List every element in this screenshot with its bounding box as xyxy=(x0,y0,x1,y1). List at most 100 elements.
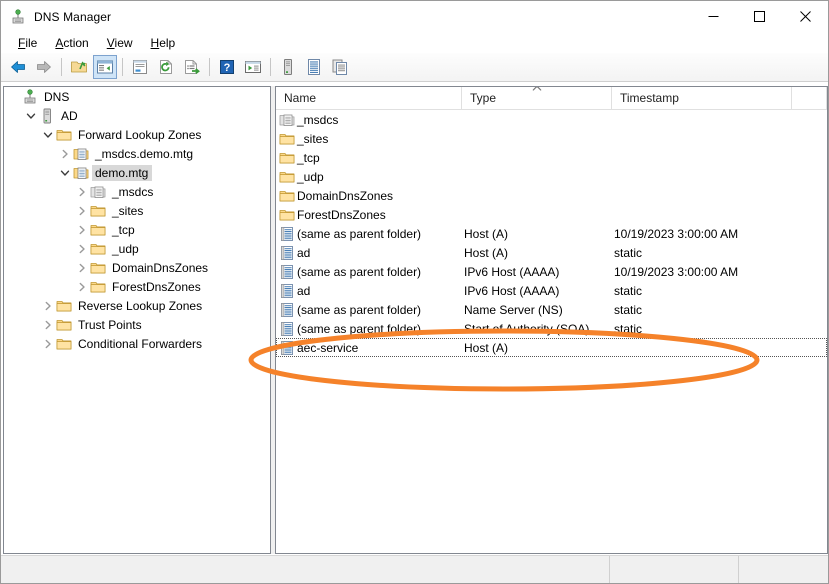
record-name-label: _tcp xyxy=(297,151,320,165)
table-row[interactable]: _udp xyxy=(276,167,827,186)
folder-icon xyxy=(279,150,295,166)
menu-view[interactable]: View xyxy=(98,34,142,52)
dns-record-icon xyxy=(279,283,295,299)
cell-timestamp: 10/19/2023 3:00:00 AM xyxy=(613,265,793,279)
maximize-button[interactable] xyxy=(736,1,782,32)
console-tree-pane[interactable]: DNSADForward Lookup Zones _msdcs.demo.mtg… xyxy=(3,86,271,554)
up-one-level-button[interactable] xyxy=(67,55,91,79)
tree-node-conditional-forwarders[interactable]: Conditional Forwarders xyxy=(4,334,270,353)
folder-icon xyxy=(90,222,106,238)
export-list-button[interactable] xyxy=(180,55,204,79)
records-list-pane[interactable]: NameType Timestamp _msdcs _sites _tcp _udp Do… xyxy=(275,86,828,554)
column-header-label: Timestamp xyxy=(620,91,679,105)
table-row[interactable]: adIPv6 Host (AAAA)static xyxy=(276,281,827,300)
tree-node-udp[interactable]: _udp xyxy=(4,239,270,258)
table-row[interactable]: (same as parent folder)Name Server (NS)s… xyxy=(276,300,827,319)
cell-type: Start of Authority (SOA) xyxy=(463,322,613,336)
tree-node-ad[interactable]: AD xyxy=(4,106,270,125)
table-row[interactable]: DomainDnsZones xyxy=(276,186,827,205)
chevron-down-icon[interactable] xyxy=(23,108,39,124)
table-row[interactable]: _msdcs xyxy=(276,110,827,129)
table-row[interactable]: _tcp xyxy=(276,148,827,167)
folder-icon xyxy=(90,279,106,295)
column-header-timestamp[interactable]: Timestamp xyxy=(612,87,792,109)
folder-icon xyxy=(279,207,295,223)
tree-node-tcp[interactable]: _tcp xyxy=(4,220,270,239)
chevron-right-icon[interactable] xyxy=(40,336,56,352)
window-title: DNS Manager xyxy=(34,10,111,24)
chevron-right-icon[interactable] xyxy=(40,317,56,333)
forward-button[interactable] xyxy=(32,55,56,79)
table-row[interactable]: aec-serviceHost (A) xyxy=(276,338,827,357)
title-bar: DNS Manager xyxy=(1,1,828,32)
cell-name: aec-service xyxy=(277,340,463,356)
cell-name: (same as parent folder) xyxy=(277,321,463,337)
toolbar: ? xyxy=(1,53,828,82)
record-name-label: _udp xyxy=(297,170,324,184)
chevron-right-icon[interactable] xyxy=(74,184,90,200)
cell-name: _sites xyxy=(277,131,463,147)
folder-icon xyxy=(56,317,72,333)
table-row[interactable]: _sites xyxy=(276,129,827,148)
tree-node-sites[interactable]: _sites xyxy=(4,201,270,220)
menu-action[interactable]: Action xyxy=(46,34,97,52)
tree-node-msdcs[interactable]: _msdcs xyxy=(4,182,270,201)
run-button[interactable] xyxy=(241,55,265,79)
column-header-blank[interactable] xyxy=(792,87,827,109)
record-name-label: ForestDnsZones xyxy=(297,208,386,222)
cell-type: Name Server (NS) xyxy=(463,303,613,317)
column-header-name[interactable]: Name xyxy=(276,87,462,109)
tree-node-dns[interactable]: DNS xyxy=(4,87,270,106)
toolbar-separator xyxy=(270,58,271,76)
menu-help[interactable]: Help xyxy=(142,34,185,52)
folder-icon xyxy=(279,169,295,185)
folder-icon xyxy=(56,298,72,314)
chevron-right-icon[interactable] xyxy=(57,146,73,162)
tree-view: DNSADForward Lookup Zones _msdcs.demo.mtg… xyxy=(4,87,270,353)
new-record-button[interactable] xyxy=(328,55,352,79)
dns-record-icon xyxy=(279,264,295,280)
chevron-right-icon[interactable] xyxy=(74,203,90,219)
refresh-button[interactable] xyxy=(154,55,178,79)
record-name-label: ad xyxy=(297,246,310,260)
tree-node-msdcs-demo-mtg[interactable]: _msdcs.demo.mtg xyxy=(4,144,270,163)
table-row[interactable]: (same as parent folder)IPv6 Host (AAAA)1… xyxy=(276,262,827,281)
tree-node-label: demo.mtg xyxy=(92,165,152,181)
table-row[interactable]: (same as parent folder)Start of Authorit… xyxy=(276,319,827,338)
tree-node-demo-mtg[interactable]: demo.mtg xyxy=(4,163,270,182)
new-zone-button[interactable] xyxy=(302,55,326,79)
record-name-label: _msdcs xyxy=(297,113,338,127)
column-header-type[interactable]: Type xyxy=(462,87,612,109)
table-row[interactable]: ForestDnsZones xyxy=(276,205,827,224)
chevron-right-icon[interactable] xyxy=(74,222,90,238)
cell-type: Host (A) xyxy=(463,341,613,355)
menu-file[interactable]: File xyxy=(9,34,46,52)
tree-node-forestdnszones[interactable]: ForestDnsZones xyxy=(4,277,270,296)
folder-icon xyxy=(279,188,295,204)
new-server-button[interactable] xyxy=(276,55,300,79)
chevron-down-icon[interactable] xyxy=(57,165,73,181)
tree-node-domaindnszones[interactable]: DomainDnsZones xyxy=(4,258,270,277)
cell-name: (same as parent folder) xyxy=(277,264,463,280)
back-button[interactable] xyxy=(6,55,30,79)
table-row[interactable]: (same as parent folder)Host (A)10/19/202… xyxy=(276,224,827,243)
table-row[interactable]: adHost (A)static xyxy=(276,243,827,262)
chevron-down-icon[interactable] xyxy=(40,127,56,143)
tree-node-trust-points[interactable]: Trust Points xyxy=(4,315,270,334)
folder-icon xyxy=(279,131,295,147)
minimize-button[interactable] xyxy=(690,1,736,32)
help-button[interactable]: ? xyxy=(215,55,239,79)
tree-node-forward-lookup-zones[interactable]: Forward Lookup Zones xyxy=(4,125,270,144)
chevron-right-icon[interactable] xyxy=(74,241,90,257)
tree-node-label: DomainDnsZones xyxy=(109,260,212,276)
show-hide-tree-button[interactable] xyxy=(93,55,117,79)
chevron-right-icon[interactable] xyxy=(40,298,56,314)
properties-button[interactable] xyxy=(128,55,152,79)
cell-name: _tcp xyxy=(277,150,463,166)
tree-node-label: _msdcs.demo.mtg xyxy=(92,146,197,162)
chevron-right-icon[interactable] xyxy=(74,279,90,295)
close-button[interactable] xyxy=(782,1,828,32)
tree-node-reverse-lookup-zones[interactable]: Reverse Lookup Zones xyxy=(4,296,270,315)
chevron-right-icon[interactable] xyxy=(74,260,90,276)
folder-icon xyxy=(90,241,106,257)
